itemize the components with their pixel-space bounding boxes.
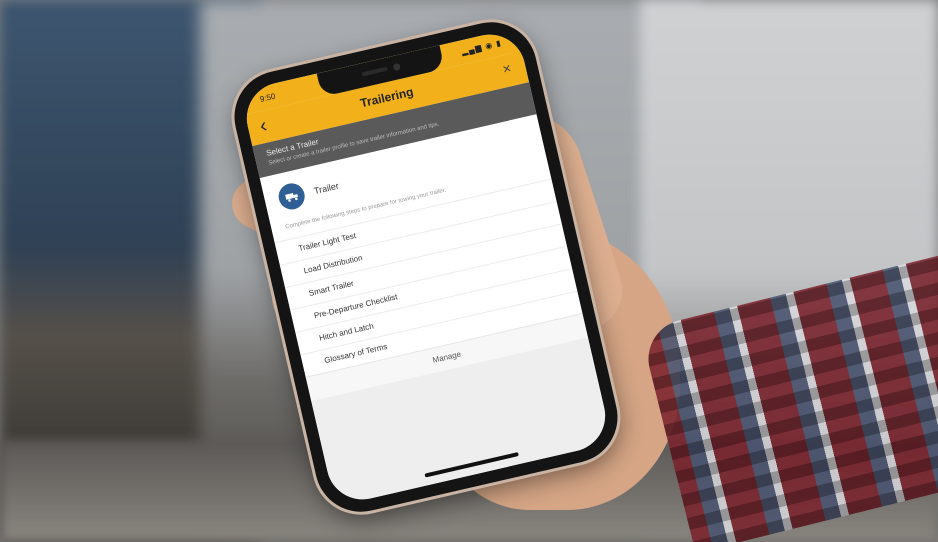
photo-scene: 9:50 ▂▄▆ ◉ ▮ ‹ Trailering ✕ Select a Tra… xyxy=(0,0,938,542)
avatar xyxy=(276,180,308,212)
speaker-grille xyxy=(361,66,388,77)
signal-battery-icon: ▂▄▆ ◉ ▮ xyxy=(460,38,503,57)
profile-name: Trailer xyxy=(312,180,340,197)
truck-icon xyxy=(285,193,298,202)
camera-lens xyxy=(392,62,401,72)
status-time: 9:50 xyxy=(259,91,277,104)
